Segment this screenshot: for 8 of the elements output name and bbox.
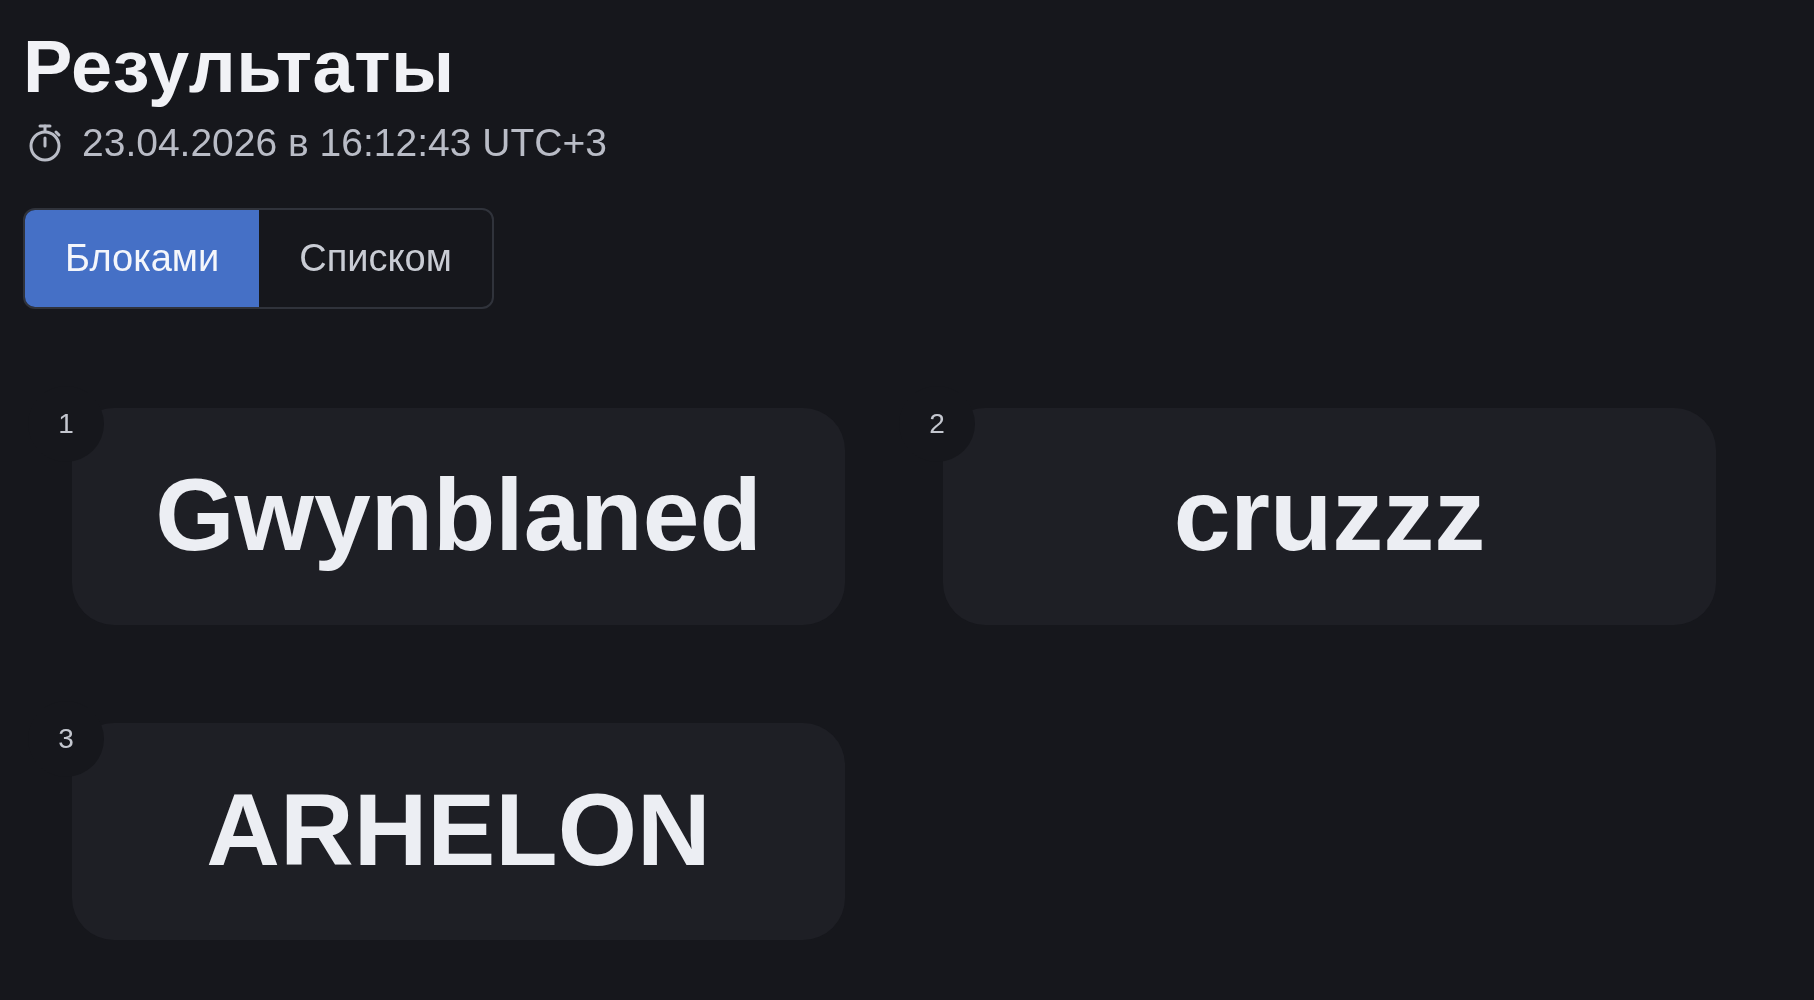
view-tab[interactable]: Списком — [259, 210, 492, 307]
page-title: Результаты — [23, 25, 455, 109]
timestamp: 23.04.2026 в 16:12:43 UTC+3 — [82, 120, 607, 166]
player-name: cruzzz — [1173, 463, 1486, 570]
view-tab[interactable]: Блоками — [25, 210, 260, 307]
player-name: Gwynblaned — [155, 463, 762, 570]
stopwatch-icon — [28, 124, 62, 162]
player-name: ARHELON — [206, 778, 711, 885]
